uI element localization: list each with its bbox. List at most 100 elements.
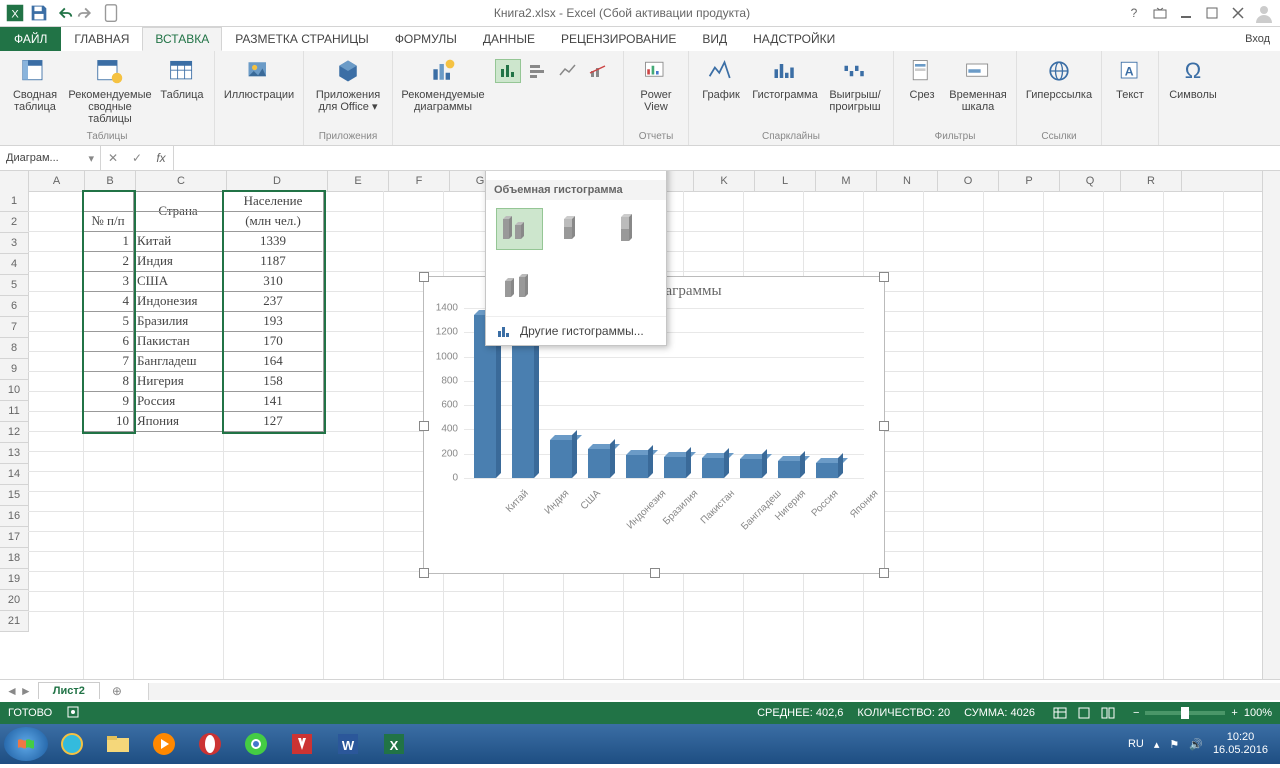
stacked-column-2d-option[interactable]: [553, 171, 600, 172]
column-header[interactable]: B: [85, 171, 136, 191]
cell[interactable]: 1339: [223, 231, 323, 250]
row-header[interactable]: 11: [0, 401, 28, 422]
cell[interactable]: Россия: [133, 391, 223, 410]
illustrations-button[interactable]: Иллюстрации: [221, 53, 297, 103]
spreadsheet-grid[interactable]: ABCDEFGHIJKLMNOPQR 123456789101112131415…: [0, 171, 1280, 679]
cell[interactable]: Япония: [133, 411, 223, 430]
tab-view[interactable]: ВИД: [689, 27, 740, 51]
tab-file[interactable]: ФАЙЛ: [0, 27, 61, 51]
taskbar-wmp[interactable]: [142, 727, 186, 761]
bar-chart-button[interactable]: [525, 59, 551, 83]
slicer-button[interactable]: Срез: [900, 53, 944, 103]
undo-button[interactable]: [52, 2, 74, 24]
cell[interactable]: 193: [223, 311, 323, 330]
row-header[interactable]: 15: [0, 485, 28, 506]
tab-review[interactable]: РЕЦЕНЗИРОВАНИЕ: [548, 27, 689, 51]
cell[interactable]: Пакистан: [133, 331, 223, 350]
row-header[interactable]: 10: [0, 380, 28, 401]
apps-button[interactable]: Приложения для Office ▾: [310, 53, 386, 115]
row-header[interactable]: 3: [0, 233, 28, 254]
tray-lang[interactable]: RU: [1128, 738, 1144, 750]
row-header[interactable]: 8: [0, 338, 28, 359]
column-header[interactable]: A: [29, 171, 85, 191]
sparkline-column-button[interactable]: Гистограмма: [749, 53, 821, 103]
ribbon-options-button[interactable]: [1148, 3, 1172, 23]
line-chart-button[interactable]: [555, 59, 581, 83]
column-header[interactable]: R: [1121, 171, 1182, 191]
touch-button[interactable]: [100, 2, 122, 24]
zoom-in-button[interactable]: +: [1231, 707, 1237, 719]
cell[interactable]: Бангладеш: [133, 351, 223, 370]
cell[interactable]: 6: [83, 331, 133, 350]
cell[interactable]: 158: [223, 371, 323, 390]
row-header[interactable]: 17: [0, 527, 28, 548]
stacked100-column-3d-option[interactable]: [609, 208, 656, 250]
start-button[interactable]: [4, 727, 48, 761]
sheet-tab-active[interactable]: Лист2: [38, 682, 100, 699]
select-all-corner[interactable]: [0, 171, 29, 191]
cell[interactable]: 127: [223, 411, 323, 430]
chart-bar[interactable]: [816, 463, 838, 478]
cancel-formula-button[interactable]: ✕: [101, 146, 125, 170]
column-header[interactable]: M: [816, 171, 877, 191]
sparkline-line-button[interactable]: График: [695, 53, 747, 103]
vertical-scrollbar[interactable]: [1262, 171, 1280, 679]
cell[interactable]: 1: [83, 231, 133, 250]
other-charts-button[interactable]: [585, 93, 611, 117]
maximize-button[interactable]: [1200, 3, 1224, 23]
cell[interactable]: 10: [83, 411, 133, 430]
cell[interactable]: США: [133, 271, 223, 290]
stacked100-column-2d-option[interactable]: [609, 171, 656, 172]
cell[interactable]: 8: [83, 371, 133, 390]
cell[interactable]: 3: [83, 271, 133, 290]
enter-formula-button[interactable]: ✓: [125, 146, 149, 170]
minimize-button[interactable]: [1174, 3, 1198, 23]
cell[interactable]: Китай: [133, 231, 223, 250]
cell[interactable]: 170: [223, 331, 323, 350]
taskbar-adobe[interactable]: [280, 727, 324, 761]
clustered-column-2d-option[interactable]: [496, 171, 543, 172]
chart-bar[interactable]: [626, 455, 648, 478]
stacked-column-3d-option[interactable]: [553, 208, 600, 250]
powerview-button[interactable]: Power View: [630, 53, 682, 115]
column-header[interactable]: D: [227, 171, 328, 191]
row-header[interactable]: 21: [0, 611, 28, 632]
sheet-nav-prev[interactable]: ◄: [6, 684, 18, 698]
account-icon[interactable]: [1252, 3, 1276, 23]
row-header[interactable]: 14: [0, 464, 28, 485]
symbols-button[interactable]: ΩСимволы: [1165, 53, 1221, 103]
column-3d-option[interactable]: [496, 266, 546, 308]
sheet-nav-next[interactable]: ►: [20, 684, 32, 698]
tray-volume-icon[interactable]: 🔊: [1189, 738, 1203, 751]
chart-bar[interactable]: [740, 459, 762, 478]
tab-data[interactable]: ДАННЫЕ: [470, 27, 548, 51]
cell[interactable]: 164: [223, 351, 323, 370]
column-header[interactable]: C: [136, 171, 227, 191]
row-header[interactable]: 9: [0, 359, 28, 380]
chart-bar[interactable]: [512, 334, 534, 478]
row-header[interactable]: 6: [0, 296, 28, 317]
macro-record-icon[interactable]: [66, 705, 80, 722]
column-chart-button[interactable]: [495, 59, 521, 83]
cell[interactable]: Индия: [133, 251, 223, 270]
fx-button[interactable]: fx: [149, 146, 173, 170]
more-column-charts-option[interactable]: Другие гистограммы...: [486, 316, 666, 345]
clustered-column-3d-option[interactable]: [496, 208, 543, 250]
tab-insert[interactable]: ВСТАВКА: [142, 27, 222, 51]
row-header[interactable]: 19: [0, 569, 28, 590]
zoom-slider[interactable]: [1145, 711, 1225, 715]
signin-link[interactable]: Вход: [1235, 27, 1280, 51]
row-header[interactable]: 5: [0, 275, 28, 296]
chart-bar[interactable]: [588, 449, 610, 478]
taskbar-ie[interactable]: [50, 727, 94, 761]
tab-layout[interactable]: РАЗМЕТКА СТРАНИЦЫ: [222, 27, 382, 51]
row-header[interactable]: 2: [0, 212, 28, 233]
taskbar-word[interactable]: W: [326, 727, 370, 761]
zoom-level[interactable]: 100%: [1244, 707, 1272, 719]
recommended-pivot-button[interactable]: Рекомендуемые сводные таблицы: [66, 53, 154, 127]
column-header[interactable]: F: [389, 171, 450, 191]
table-button[interactable]: Таблица: [156, 53, 208, 103]
horizontal-scrollbar[interactable]: [148, 683, 1280, 700]
row-header[interactable]: 7: [0, 317, 28, 338]
cell[interactable]: 310: [223, 271, 323, 290]
